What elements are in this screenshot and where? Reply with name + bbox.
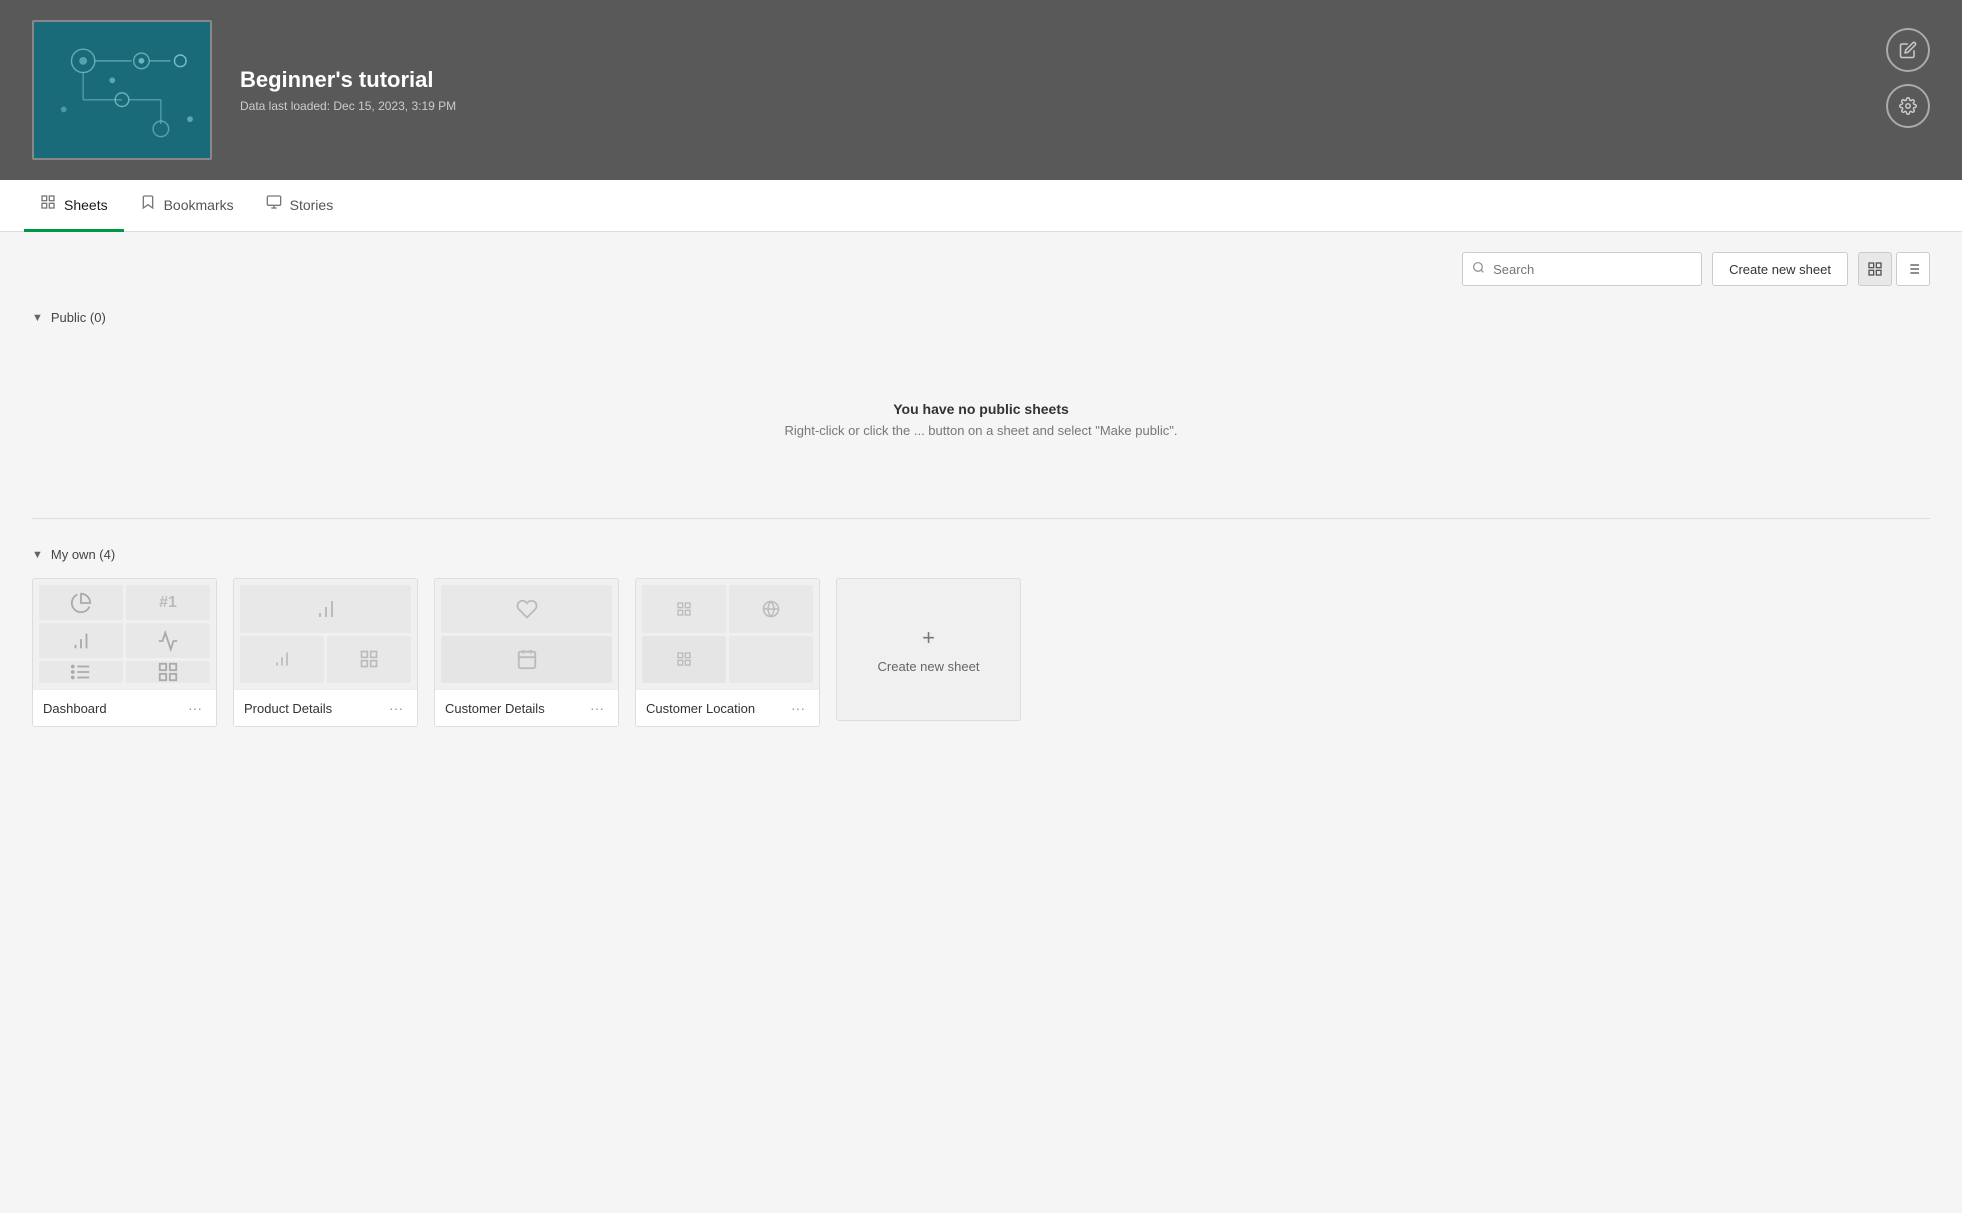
thumb-cell-5 bbox=[126, 661, 210, 683]
list-view-button[interactable] bbox=[1896, 252, 1930, 286]
thumb-row-top bbox=[642, 585, 813, 633]
sheet-card-footer-product: Product Details ··· bbox=[234, 689, 417, 726]
sheet-card-footer-location: Customer Location ··· bbox=[636, 689, 819, 726]
sheet-card-thumbnail: #1 bbox=[33, 579, 216, 689]
grid-view-button[interactable] bbox=[1858, 252, 1892, 286]
app-header: Beginner's tutorial Data last loaded: De… bbox=[0, 0, 1962, 180]
plus-icon: + bbox=[922, 625, 935, 651]
thumb-cell-4 bbox=[39, 661, 123, 683]
sheet-card-thumbnail-customer bbox=[435, 579, 618, 689]
bookmarks-icon bbox=[140, 194, 156, 215]
section-divider bbox=[32, 518, 1930, 519]
sheet-name-customer-location: Customer Location bbox=[646, 701, 755, 716]
thumb-cell-loc-br bbox=[729, 636, 813, 684]
tabs-bar: Sheets Bookmarks Stories bbox=[0, 180, 1962, 232]
thumb-cell-product-top bbox=[240, 585, 411, 633]
create-new-sheet-card[interactable]: + Create new sheet bbox=[836, 578, 1021, 721]
view-toggle bbox=[1858, 252, 1930, 286]
empty-desc: Right-click or click the ... button on a… bbox=[32, 423, 1930, 438]
tab-stories-label: Stories bbox=[290, 197, 334, 213]
content-area: Create new sheet ▼ Public (0) Y bbox=[0, 232, 1962, 1213]
search-input[interactable] bbox=[1462, 252, 1702, 286]
sheet-menu-dashboard[interactable]: ··· bbox=[184, 698, 206, 718]
empty-title: You have no public sheets bbox=[32, 401, 1930, 417]
sheet-card-thumbnail-location bbox=[636, 579, 819, 689]
my-own-chevron-icon: ▼ bbox=[32, 549, 43, 561]
sheet-card-footer: Dashboard ··· bbox=[33, 689, 216, 726]
public-section-header[interactable]: ▼ Public (0) bbox=[32, 302, 1930, 333]
list-view-icon bbox=[1905, 261, 1921, 277]
settings-button[interactable] bbox=[1886, 84, 1930, 128]
tab-sheets[interactable]: Sheets bbox=[24, 181, 124, 232]
sheet-card-thumbnail-product bbox=[234, 579, 417, 689]
gear-icon bbox=[1899, 97, 1917, 115]
header-actions bbox=[1886, 28, 1930, 128]
app-thumbnail bbox=[32, 20, 212, 160]
sheet-menu-customer-details[interactable]: ··· bbox=[586, 698, 608, 718]
app-subtitle: Data last loaded: Dec 15, 2023, 3:19 PM bbox=[240, 99, 456, 113]
grid-view-icon bbox=[1867, 261, 1883, 277]
thumb-cell-loc-tr bbox=[729, 585, 813, 633]
public-empty-state: You have no public sheets Right-click or… bbox=[32, 341, 1930, 498]
edit-button[interactable] bbox=[1886, 28, 1930, 72]
my-own-section-label: My own (4) bbox=[51, 547, 115, 562]
tab-bookmarks-label: Bookmarks bbox=[164, 197, 234, 213]
thumb-cell-loc-bl bbox=[642, 636, 726, 684]
edit-icon bbox=[1899, 41, 1917, 59]
thumb-cell-1: #1 bbox=[126, 585, 210, 620]
public-section-label: Public (0) bbox=[51, 310, 106, 325]
stories-icon bbox=[266, 194, 282, 215]
sheets-toolbar: Create new sheet bbox=[32, 252, 1930, 286]
thumb-cell-2 bbox=[39, 623, 123, 658]
tab-stories[interactable]: Stories bbox=[250, 181, 350, 232]
sheets-icon bbox=[40, 194, 56, 215]
sheet-name-customer-details: Customer Details bbox=[445, 701, 545, 716]
sheet-name-product-details: Product Details bbox=[244, 701, 332, 716]
thumb-cell-cust-top bbox=[441, 585, 612, 633]
sheet-card-product-details[interactable]: Product Details ··· bbox=[233, 578, 418, 727]
my-own-section-header[interactable]: ▼ My own (4) bbox=[32, 539, 1930, 570]
sheet-menu-customer-location[interactable]: ··· bbox=[787, 698, 809, 718]
sheet-name-dashboard: Dashboard bbox=[43, 701, 107, 716]
search-wrap bbox=[1462, 252, 1702, 286]
tab-sheets-label: Sheets bbox=[64, 197, 108, 213]
app-title-area: Beginner's tutorial Data last loaded: De… bbox=[240, 67, 456, 113]
create-new-sheet-button-toolbar[interactable]: Create new sheet bbox=[1712, 252, 1848, 286]
sheet-card-footer-customer: Customer Details ··· bbox=[435, 689, 618, 726]
thumb-cell-0 bbox=[39, 585, 123, 620]
thumb-cell-loc-tl bbox=[642, 585, 726, 633]
thumb-cell-product-bl bbox=[240, 636, 324, 684]
search-icon bbox=[1472, 261, 1485, 277]
create-card-label: Create new sheet bbox=[878, 659, 980, 674]
public-chevron-icon: ▼ bbox=[32, 312, 43, 324]
hash-icon: #1 bbox=[159, 594, 177, 612]
sheet-card-customer-location[interactable]: Customer Location ··· bbox=[635, 578, 820, 727]
sheet-menu-product-details[interactable]: ··· bbox=[385, 698, 407, 718]
sheet-card-dashboard[interactable]: #1 bbox=[32, 578, 217, 727]
thumb-cell-cust-bot bbox=[441, 636, 612, 684]
thumb-cell-product-br bbox=[327, 636, 411, 684]
thumb-row-bottom bbox=[642, 636, 813, 684]
sheets-grid: #1 bbox=[32, 578, 1930, 727]
sheet-card-customer-details[interactable]: Customer Details ··· bbox=[434, 578, 619, 727]
tab-bookmarks[interactable]: Bookmarks bbox=[124, 181, 250, 232]
app-title: Beginner's tutorial bbox=[240, 67, 456, 93]
thumb-cell-3 bbox=[126, 623, 210, 658]
